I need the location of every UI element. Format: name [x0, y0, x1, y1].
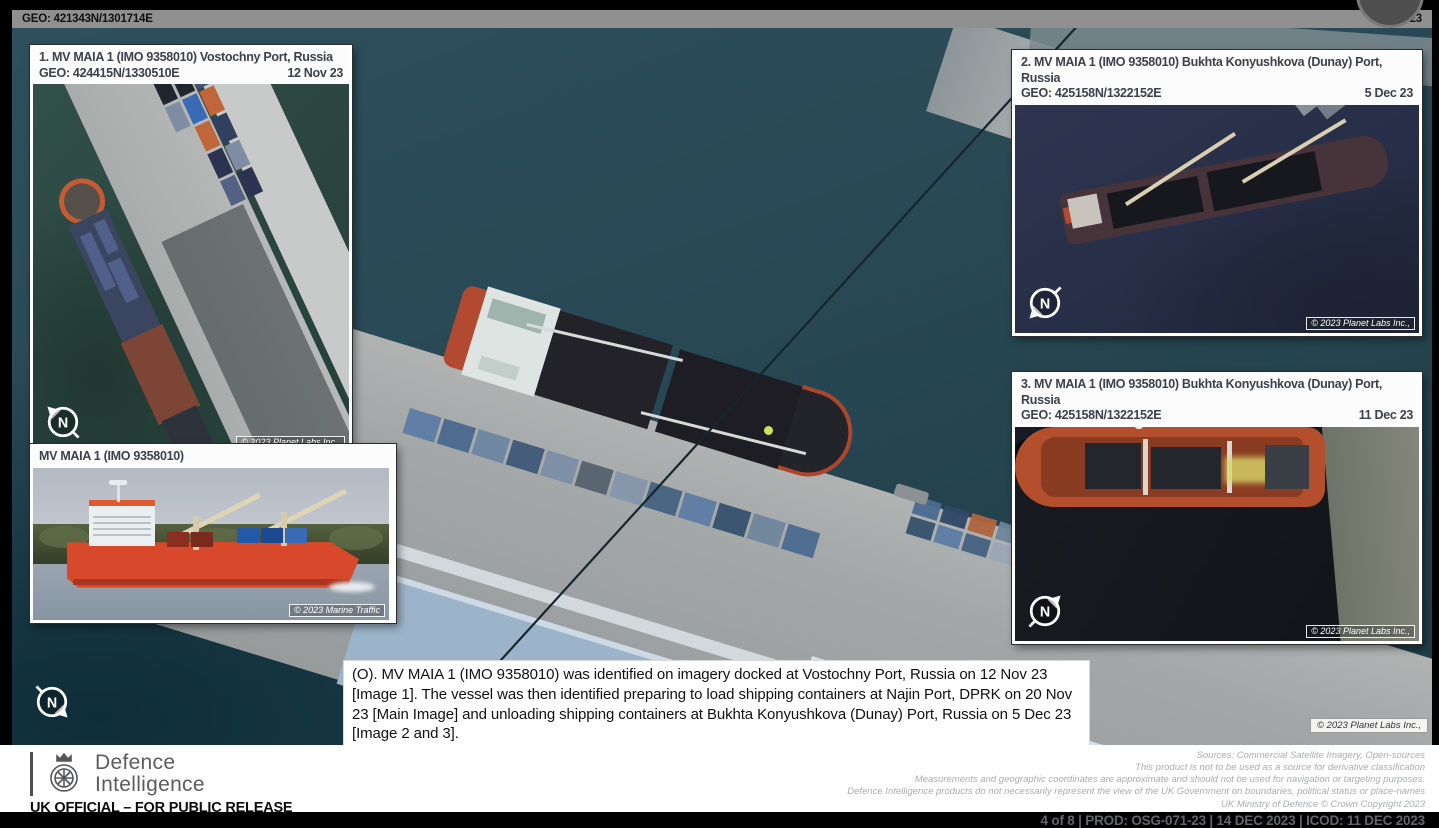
- photo-header: MV MAIA 1 (IMO 9358010): [33, 447, 393, 468]
- inset1-satellite-image: N © 2023 Planet Labs Inc.,: [33, 84, 349, 452]
- top-geo-bar: GEO: 421343N/1301714E 20 Nov 23: [12, 10, 1432, 28]
- logo-divider: [30, 752, 33, 796]
- org-line1: Defence: [95, 752, 205, 774]
- crane-post: [1143, 439, 1148, 495]
- wake: [329, 582, 375, 592]
- inset2-header: 2. MV MAIA 1 (IMO 9358010) Bukhta Konyus…: [1015, 53, 1419, 105]
- inset3-geo: GEO: 425158N/1322152E: [1021, 408, 1161, 424]
- inset1-geo: GEO: 424415N/1330510E: [39, 66, 179, 82]
- north-arrow-icon: N: [30, 680, 74, 724]
- waterline: [73, 579, 349, 585]
- inset3-header: 3. MV MAIA 1 (IMO 9358010) Bukhta Konyus…: [1015, 375, 1419, 427]
- inset3-attribution: © 2023 Planet Labs Inc.,: [1306, 625, 1415, 638]
- mast: [117, 484, 120, 502]
- disclaimer-text: Sources: Commercial Satellite Imagery, O…: [847, 750, 1425, 811]
- deck-cargo: [1151, 447, 1221, 489]
- disclaimer-line: Defence Intelligence products do not nec…: [847, 786, 1425, 798]
- inset2-attribution: © 2023 Planet Labs Inc.,: [1306, 317, 1415, 330]
- ship-superstructure: [1265, 445, 1309, 489]
- footer-right: Sources: Commercial Satellite Imagery, O…: [847, 750, 1425, 828]
- svg-text:N: N: [58, 416, 68, 432]
- inset2-title: 2. MV MAIA 1 (IMO 9358010) Bukhta Konyus…: [1021, 55, 1413, 86]
- crane-marker: [764, 426, 773, 435]
- docked-ship: [1057, 126, 1393, 250]
- pier: [1311, 105, 1419, 119]
- classification-marking: UK OFFICIAL – FOR PUBLIC RELEASE: [30, 800, 292, 816]
- photo-attribution: © 2023 Marine Traffic: [289, 604, 385, 617]
- shore: [1321, 427, 1419, 641]
- north-arrow-icon: N: [1023, 589, 1067, 633]
- north-arrow-icon: N: [1023, 281, 1067, 325]
- ship-superstructure: [1067, 193, 1102, 228]
- deck-containers: [167, 532, 213, 547]
- footer: Defence Intelligence UK OFFICIAL – FOR P…: [0, 745, 1439, 812]
- docked-ship: [1015, 477, 1325, 557]
- svg-text:N: N: [1040, 296, 1050, 312]
- inset2-satellite-image: N © 2023 Planet Labs Inc.,: [1015, 105, 1419, 333]
- svg-text:N: N: [1040, 604, 1050, 620]
- inset-image-3: 3. MV MAIA 1 (IMO 9358010) Bukhta Konyus…: [1012, 372, 1422, 644]
- product-reference: 4 of 8 | PROD: OSG-071-23 | 14 DEC 2023 …: [847, 813, 1425, 828]
- svg-text:N: N: [47, 696, 57, 712]
- disclaimer-line: Measurements and geographic coordinates …: [847, 774, 1425, 786]
- north-arrow-icon: N: [41, 400, 85, 444]
- funnel-cap: [89, 500, 155, 506]
- inset3-satellite-image: N © 2023 Planet Labs Inc.,: [1015, 427, 1419, 641]
- crest-icon: [42, 751, 86, 797]
- inset1-header: 1. MV MAIA 1 (IMO 9358010) Vostochny Por…: [33, 48, 349, 84]
- photo-title: MV MAIA 1 (IMO 9358010): [39, 449, 387, 465]
- windows: [93, 512, 151, 540]
- radar: [109, 480, 127, 485]
- deck-containers: [237, 528, 307, 543]
- intelligence-slide: GEO: 421343N/1301714E 20 Nov 23: [12, 10, 1432, 812]
- inset2-date: 5 Dec 23: [1365, 86, 1413, 102]
- footer-left: Defence Intelligence UK OFFICIAL – FOR P…: [30, 751, 292, 816]
- analysis-caption: (O). MV MAIA 1 (IMO 9358010) was identif…: [343, 660, 1090, 749]
- inset3-date: 11 Dec 23: [1359, 408, 1413, 424]
- org-name: Defence Intelligence: [95, 752, 205, 797]
- main-geo-coordinates: GEO: 421343N/1301714E: [22, 13, 153, 25]
- org-line2: Intelligence: [95, 774, 205, 796]
- inset1-date: 12 Nov 23: [287, 66, 343, 82]
- disclaimer-line: This product is not to be used as a sour…: [847, 762, 1425, 774]
- deck-cargo: [1085, 443, 1141, 489]
- defence-intelligence-logo: Defence Intelligence: [30, 751, 292, 797]
- vessel-photo: © 2023 Marine Traffic: [33, 468, 389, 620]
- inset-image-1: 1. MV MAIA 1 (IMO 9358010) Vostochny Por…: [30, 45, 352, 455]
- inset2-geo: GEO: 425158N/1322152E: [1021, 86, 1161, 102]
- main-attribution: © 2023 Planet Labs Inc.,: [1310, 718, 1428, 733]
- inset-image-2: 2. MV MAIA 1 (IMO 9358010) Bukhta Konyus…: [1012, 50, 1422, 336]
- disclaimer-line: Sources: Commercial Satellite Imagery, O…: [847, 750, 1425, 762]
- inset3-title: 3. MV MAIA 1 (IMO 9358010) Bukhta Konyus…: [1021, 377, 1413, 408]
- disclaimer-line: UK Ministry of Defence © Crown Copyright…: [847, 799, 1425, 811]
- vessel-photo-inset: MV MAIA 1 (IMO 9358010): [30, 444, 396, 623]
- inset1-title: 1. MV MAIA 1 (IMO 9358010) Vostochny Por…: [39, 50, 343, 66]
